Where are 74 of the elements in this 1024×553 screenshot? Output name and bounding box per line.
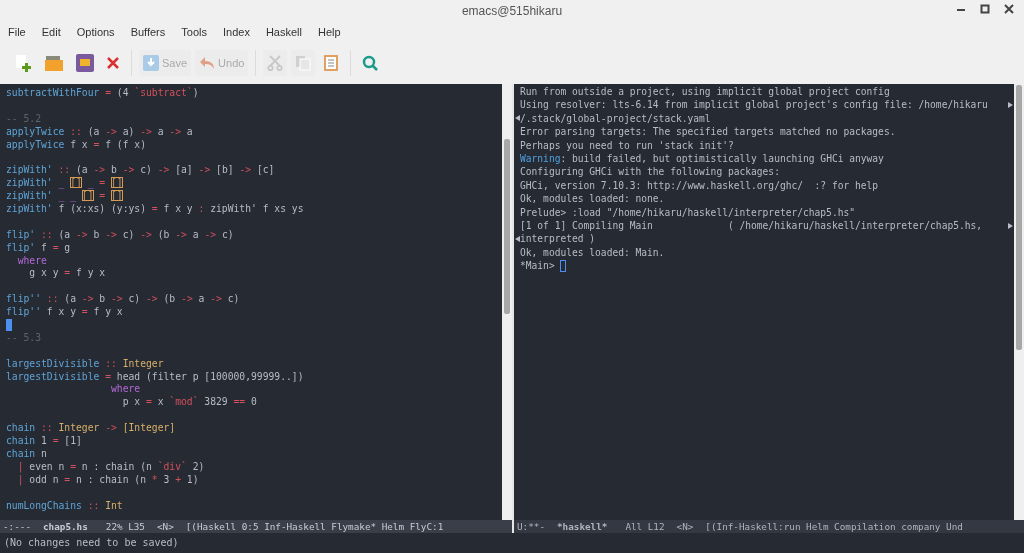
code-line: flip' :: (a -> b -> c) -> (b -> a -> c) bbox=[6, 228, 234, 242]
scissors-icon bbox=[267, 55, 284, 71]
text-cursor bbox=[6, 319, 12, 332]
menu-item[interactable]: Help bbox=[317, 23, 341, 41]
scrollbar-thumb[interactable] bbox=[1016, 85, 1022, 350]
output-line: interpreted ) bbox=[520, 232, 596, 246]
evil-state: <N> bbox=[156, 520, 174, 533]
output-line: Error parsing targets: The specified targets matched no packages. bbox=[520, 125, 896, 139]
code-line: largestDivisible = head (filter p [100000,99999..]) bbox=[6, 370, 304, 384]
output-line: GHCi, version 7.10.3: http://www.haskell.org/ghc/ :? for help bbox=[520, 178, 879, 193]
code-line: | odd n = n : chain (n * 3 + 1) bbox=[16, 473, 199, 487]
folder-icon bbox=[76, 54, 94, 72]
code-line: zipWith' f (x:xs) (y:ys) = f x y : zipWith' f xs ys bbox=[6, 203, 304, 216]
mode-list: [(Haskell 0:5 Inf-Haskell Flymake* Helm FlyC:1 bbox=[185, 520, 444, 533]
menu-item[interactable]: Options bbox=[76, 23, 115, 41]
code-line: g x y = f y x bbox=[28, 267, 106, 281]
code-line: where bbox=[16, 254, 47, 268]
output-line: *Main> bbox=[520, 259, 556, 273]
code-line: zipWith' :: (a -> b -> c) -> [a] -> [b] -> [c] bbox=[6, 164, 275, 178]
close-icon[interactable] bbox=[1004, 4, 1014, 14]
menu-item[interactable]: File bbox=[8, 23, 26, 41]
mode-list: [(Inf-Haskell:run Helm Compilation company Und bbox=[705, 520, 963, 533]
code-line: numLongChains :: Int bbox=[6, 499, 123, 513]
scrollbar[interactable] bbox=[502, 84, 512, 520]
menu-item[interactable]: Edit bbox=[41, 23, 61, 41]
buffer-state: -:--- bbox=[3, 520, 31, 533]
code-line: -- 5.3 bbox=[6, 331, 41, 345]
download-icon bbox=[143, 55, 159, 71]
code-line: applyTwice :: (a -> a) -> a -> a bbox=[6, 125, 193, 139]
output-line: /.stack/global-project/stack.yaml bbox=[520, 111, 711, 126]
undo-icon bbox=[199, 56, 216, 70]
code-line: flip'' :: (a -> b -> c) -> (b -> a -> c) bbox=[6, 293, 240, 307]
output-line: Ok, modules loaded: none. bbox=[520, 192, 665, 206]
output-line: Warning: build failed, but optimistically launching GHCi anyway bbox=[520, 151, 884, 166]
code-line: largestDivisible :: Integer bbox=[6, 357, 164, 371]
output-line: Run from outside a project, using implicit global project config bbox=[520, 85, 890, 99]
code-line: subtractWithFour = (4 `subtract`) bbox=[6, 87, 199, 100]
copy-icon bbox=[295, 55, 312, 71]
menu-item[interactable]: Haskell bbox=[265, 23, 302, 41]
buffer-position: All L12 bbox=[625, 520, 665, 533]
output-line: Configuring GHCi with the following packages: bbox=[520, 165, 780, 179]
menu-item[interactable]: Index bbox=[222, 23, 250, 41]
window-title: emacs@515hikaru bbox=[461, 3, 563, 20]
code-line: flip' f = g bbox=[6, 241, 71, 255]
code-line: applyTwice f x = f (f x) bbox=[6, 138, 146, 152]
clipboard-icon bbox=[323, 54, 340, 72]
code-line: flip'' f x y = f y x bbox=[6, 306, 123, 320]
menu-item[interactable]: Tools bbox=[181, 23, 207, 41]
menu-item[interactable]: Buffers bbox=[130, 23, 166, 41]
buffer-name: chap5.hs bbox=[43, 520, 88, 533]
search-icon bbox=[362, 55, 379, 71]
evil-state: <N> bbox=[676, 520, 694, 533]
output-line: [1 of 1] Compiling Main ( /home/hikaru/haskell/interpreter/chap5.hs, bbox=[520, 218, 983, 233]
output-line: Perhaps you need to run 'stack init'? bbox=[520, 138, 734, 152]
buffer-name: *haskell* bbox=[557, 520, 608, 533]
code-line: chain 1 = [1] bbox=[6, 435, 82, 448]
code-line: p x = x `mod` 3829 == 0 bbox=[121, 396, 257, 410]
output-line: Using resolver: lts-6.14 from implicit global project's config file: /home/hikaru bbox=[520, 98, 988, 112]
code-line: chain :: Integer -> [Integer] bbox=[6, 422, 176, 436]
output-line: Prelude> :load "/home/hikaru/haskell/interpreter/chap5.hs" bbox=[520, 205, 855, 219]
code-line: -- 5.2 bbox=[6, 112, 41, 126]
maximize-icon[interactable] bbox=[980, 4, 990, 14]
scrollbar-thumb[interactable] bbox=[504, 139, 510, 314]
new-file-icon bbox=[14, 54, 32, 72]
buffer-position: 22% L35 bbox=[105, 520, 145, 533]
close-icon bbox=[106, 56, 120, 70]
buffer-state: U:**- bbox=[517, 520, 545, 533]
echo-message: (No changes need to be saved) bbox=[4, 536, 179, 550]
scrollbar[interactable] bbox=[1014, 84, 1024, 520]
code-line: where bbox=[109, 383, 141, 397]
folder-icon bbox=[44, 54, 64, 72]
code-line: | even n = n : chain (n `div` 2) bbox=[16, 460, 205, 474]
code-line: chain n bbox=[6, 447, 47, 461]
output-line: Ok, modules loaded: Main. bbox=[520, 245, 665, 260]
